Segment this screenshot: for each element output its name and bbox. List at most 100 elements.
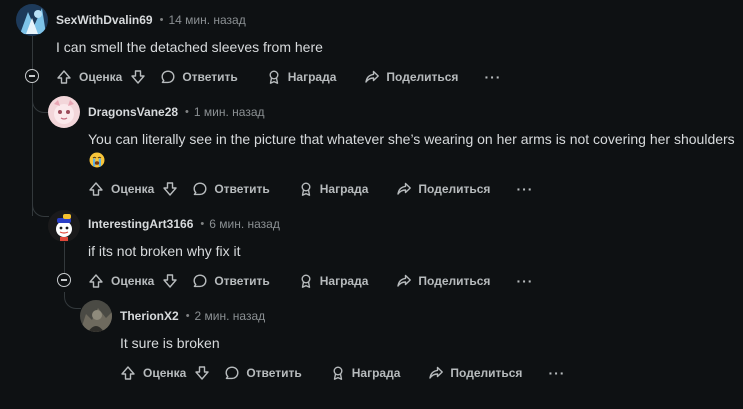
collapse-thread-button[interactable] [57,273,71,287]
downvote-button[interactable] [162,181,178,197]
comment-actions: Оценка Ответить Награда Поделиться ··· [120,363,565,383]
thread-line [32,36,33,216]
timestamp[interactable]: 6 мин. назад [209,217,280,231]
share-button[interactable]: Поделиться [396,181,490,197]
reply-button[interactable]: Ответить [192,181,270,197]
downvote-button[interactable] [130,69,146,85]
thread-branch [32,96,49,113]
share-label: Поделиться [418,274,491,288]
upvote-button[interactable]: Оценка [120,365,186,381]
upvote-icon [89,182,103,196]
thread-branch [64,292,81,309]
award-button[interactable]: Награда [298,181,369,197]
share-button[interactable]: Поделиться [396,273,490,289]
comment-meta: InterestingArt3166 • 6 мин. назад [88,216,280,232]
downvote-button[interactable] [194,365,210,381]
upvote-button[interactable]: Оценка [56,69,122,85]
share-label: Поделиться [418,182,491,196]
award-label: Награда [351,366,401,380]
downvote-icon [163,274,178,288]
more-options-button[interactable]: ··· [516,273,533,289]
share-button[interactable]: Поделиться [428,365,522,381]
downvote-icon [195,366,210,380]
avatar[interactable] [48,96,80,128]
more-options-button[interactable]: ··· [516,181,533,197]
award-button[interactable]: Награда [330,365,401,381]
comment-body: It sure is broken [120,335,220,351]
award-icon [301,182,311,196]
share-icon [365,70,380,83]
reply-button[interactable]: Ответить [192,273,270,289]
award-label: Награда [319,182,369,196]
author-name[interactable]: TherionX2 [120,309,179,323]
comment-body: You can literally see in the picture tha… [88,131,735,147]
author-name[interactable]: SexWithDvalin69 [56,13,153,27]
share-button[interactable]: Поделиться [364,69,458,85]
upvote-icon [121,366,135,380]
comment-bubble-icon [193,274,207,288]
avatar-image [16,4,48,36]
separator-dot: • [185,310,190,322]
comment-bubble-icon [161,70,175,84]
more-options-button[interactable]: ··· [484,69,501,85]
award-icon [333,366,343,380]
award-icon [269,70,279,84]
vote-label: Оценка [79,70,123,84]
comment-actions: Оценка Ответить Награда Поделиться ··· [56,67,501,87]
downvote-icon [163,182,178,196]
timestamp[interactable]: 1 мин. назад [194,105,265,119]
collapse-thread-button[interactable] [25,69,39,83]
downvote-button[interactable] [162,273,178,289]
downvote-icon [131,70,146,84]
share-label: Поделиться [386,70,459,84]
comment-meta: SexWithDvalin69 • 14 мин. назад [56,12,246,28]
separator-dot: • [159,14,164,26]
reply-label: Ответить [214,274,270,288]
reply-label: Ответить [246,366,302,380]
reply-label: Ответить [182,70,238,84]
reply-button[interactable]: Ответить [224,365,302,381]
reply-label: Ответить [214,182,270,196]
vote-label: Оценка [143,366,187,380]
upvote-button[interactable]: Оценка [88,273,154,289]
award-button[interactable]: Награда [298,273,369,289]
avatar[interactable] [80,300,112,332]
upvote-button[interactable]: Оценка [88,181,154,197]
loudly-crying-face-emoji [89,151,105,169]
share-label: Поделиться [450,366,523,380]
comment-bubble-icon [193,182,207,196]
comment-meta: TherionX2 • 2 мин. назад [120,308,265,324]
avatar-image [48,210,80,242]
vote-label: Оценка [111,274,155,288]
more-options-button[interactable]: ··· [548,365,565,381]
share-icon [397,274,412,287]
award-label: Награда [319,274,369,288]
avatar-image [80,300,112,332]
avatar[interactable] [48,210,80,242]
comment-actions: Оценка Ответить Награда Поделиться ··· [88,179,533,199]
timestamp[interactable]: 2 мин. назад [195,309,266,323]
timestamp[interactable]: 14 мин. назад [168,13,245,27]
upvote-icon [57,70,71,84]
award-label: Награда [287,70,337,84]
award-button[interactable]: Награда [266,69,337,85]
share-icon [429,366,444,379]
thread-branch [32,200,49,217]
separator-dot: • [185,106,189,118]
author-name[interactable]: InterestingArt3166 [88,217,193,231]
comment-actions: Оценка Ответить Награда Поделиться ··· [88,271,533,291]
comment-body: if its not broken why fix it [88,243,241,259]
comment-thread: SexWithDvalin69 • 14 мин. назад I can sm… [0,0,743,409]
share-icon [397,182,412,195]
avatar[interactable] [16,4,48,36]
vote-label: Оценка [111,182,155,196]
separator-dot: • [200,218,205,230]
avatar-image [48,96,80,128]
comment-bubble-icon [225,366,239,380]
upvote-icon [89,274,103,288]
author-name[interactable]: DragonsVane28 [88,105,178,119]
reply-button[interactable]: Ответить [160,69,238,85]
comment-meta: DragonsVane28 • 1 мин. назад [88,104,265,120]
award-icon [301,274,311,288]
comment-body: I can smell the detached sleeves from he… [56,39,323,55]
